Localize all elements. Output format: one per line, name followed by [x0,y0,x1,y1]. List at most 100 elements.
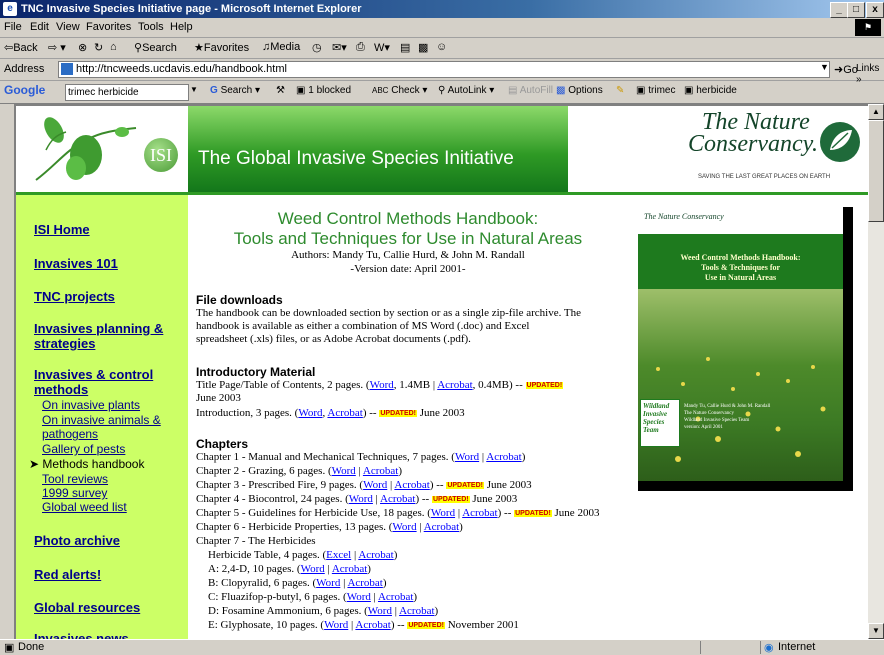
autolink-icon: ⚲ [438,85,446,96]
acrobat-link[interactable]: Acrobat [380,493,415,505]
refresh-icon[interactable]: ↻ [94,41,103,54]
tnc-logo[interactable]: The Nature Conservancy. SAVING THE LAST … [568,106,870,194]
word-link[interactable]: Word [368,605,392,617]
nav-sub-survey[interactable]: 1999 survey [42,486,107,500]
media-button[interactable]: ♫Media [262,41,300,53]
nav-invasives-101[interactable]: Invasives 101 [34,256,118,271]
forward-icon[interactable]: ⇨ ▾ [48,41,66,54]
popup-blocker-button[interactable]: ▣ 1 blocked [296,85,351,96]
acrobat-link[interactable]: Acrobat [332,563,367,575]
stop-icon[interactable]: ⊗ [78,41,87,54]
word-link[interactable]: Word [349,493,373,505]
handbook-cover-image[interactable]: The Nature Conservancy Weed Control Meth… [638,207,853,491]
search-term-herbicide[interactable]: ▣ herbicide [684,85,737,96]
back-button[interactable]: ⇦Back [4,41,38,54]
nav-sub-weed-list[interactable]: Global weed list [42,500,127,514]
acrobat-link[interactable]: Acrobat [399,605,434,617]
research-icon[interactable]: ▩ [418,41,428,54]
nav-global-resources[interactable]: Global resources [34,600,140,615]
isi-logo[interactable]: ISI [16,106,188,194]
nav-sub-invasive-animals[interactable]: On invasive animals & pathogens [42,413,161,441]
menu-edit[interactable]: Edit [30,21,49,33]
acrobat-link[interactable]: Acrobat [327,407,362,419]
address-input[interactable]: http://tncweeds.ucdavis.edu/handbook.htm… [58,61,830,78]
close-button[interactable]: x [866,2,884,18]
word-link[interactable]: Word [363,479,387,491]
menu-help[interactable]: Help [170,21,193,33]
main-content: Weed Control Methods Handbook: Tools and… [188,195,870,639]
list-item: Chapter 6 - Herbicide Properties, 13 pag… [196,521,463,533]
word-link[interactable]: Word [316,577,340,589]
nav-red-alerts[interactable]: Red alerts! [34,567,101,582]
mail-icon[interactable]: ✉▾ [332,41,347,54]
status-divider [700,641,701,654]
nav-sub-invasive-plants[interactable]: On invasive plants [42,398,140,412]
messenger-icon[interactable]: ☺ [436,41,447,53]
highlighter-icon[interactable]: ✎ [616,85,624,96]
scroll-thumb[interactable] [868,120,884,222]
acrobat-link[interactable]: Acrobat [394,479,429,491]
vertical-scrollbar[interactable]: ▲ ▼ [868,104,884,639]
autolink-button[interactable]: ⚲ AutoLink ▾ [438,85,494,96]
word-link[interactable]: Word [301,563,325,575]
nav-sub-gallery[interactable]: Gallery of pests [42,442,125,456]
scroll-down-icon[interactable]: ▼ [868,623,884,639]
nav-isi-home[interactable]: ISI Home [34,222,90,237]
spellcheck-button[interactable]: ABC Check ▾ [372,85,427,96]
acrobat-link[interactable]: Acrobat [462,507,497,519]
list-item: Chapter 3 - Prescribed Fire, 9 pages. (W… [196,479,532,491]
google-search-input[interactable]: trimec herbicide [65,84,189,101]
google-search-button[interactable]: G Search ▾ [210,85,260,96]
acrobat-link[interactable]: Acrobat [363,465,398,477]
acrobat-link[interactable]: Acrobat [486,451,521,463]
address-dropdown-icon[interactable]: ▼ [820,62,829,72]
nav-photo-archive[interactable]: Photo archive [34,533,120,548]
google-logo[interactable]: Google [4,83,45,97]
print-icon[interactable]: ⎙ [356,41,365,54]
google-g-icon: G [210,85,218,96]
options-button[interactable]: ▩ Options [556,85,603,96]
nav-planning-strategies[interactable]: Invasives planning & strategies [34,321,163,351]
updated-badge: UPDATED! [379,410,418,417]
nav-sub-tool-reviews[interactable]: Tool reviews [42,472,108,486]
word-link[interactable]: Word [332,465,356,477]
updated-badge: UPDATED! [446,482,484,489]
word-link[interactable]: Word [324,619,348,631]
acrobat-link[interactable]: Acrobat [424,521,459,533]
acrobat-link[interactable]: Acrobat [358,549,393,561]
search-toolbar-button[interactable]: ⚲Search [134,41,177,54]
menu-file[interactable]: File [4,21,22,33]
autofill-icon: ▤ [508,85,518,96]
nav-invasives-news[interactable]: Invasives news [34,631,129,639]
word-link[interactable]: Word [392,521,416,533]
word-link[interactable]: Word [347,591,371,603]
word-link[interactable]: Word [455,451,479,463]
acrobat-link[interactable]: Acrobat [378,591,413,603]
google-dropdown-icon[interactable]: ▼ [190,85,198,94]
scroll-up-icon[interactable]: ▲ [868,104,884,120]
search-term-trimec[interactable]: ▣ trimec [636,85,675,96]
acrobat-link[interactable]: Acrobat [347,577,382,589]
edit-word-icon[interactable]: W▾ [374,41,390,54]
minimize-button[interactable]: _ [830,2,848,18]
history-icon[interactable]: ◷ [312,41,322,54]
word-link[interactable]: Word [370,379,394,391]
term-icon: ▣ [684,85,694,96]
maximize-button[interactable]: □ [847,2,865,18]
pagerank-icon[interactable]: ⚒ [276,85,285,96]
favorites-button[interactable]: ★Favorites [194,41,249,54]
menu-view[interactable]: View [56,21,80,33]
menu-favorites[interactable]: Favorites [86,21,131,33]
go-button[interactable]: ➜Go [834,63,858,76]
home-icon[interactable]: ⌂ [110,41,117,53]
excel-link[interactable]: Excel [326,549,351,561]
nav-control-methods[interactable]: Invasives & control methods [34,367,153,397]
word-link[interactable]: Word [298,407,322,419]
discuss-icon[interactable]: ▤ [400,41,410,54]
nav-tnc-projects[interactable]: TNC projects [34,289,115,304]
menu-tools[interactable]: Tools [138,21,164,33]
acrobat-link[interactable]: Acrobat [437,379,472,391]
autofill-button[interactable]: ▤ AutoFill [508,85,553,96]
acrobat-link[interactable]: Acrobat [355,619,390,631]
word-link[interactable]: Word [431,507,455,519]
